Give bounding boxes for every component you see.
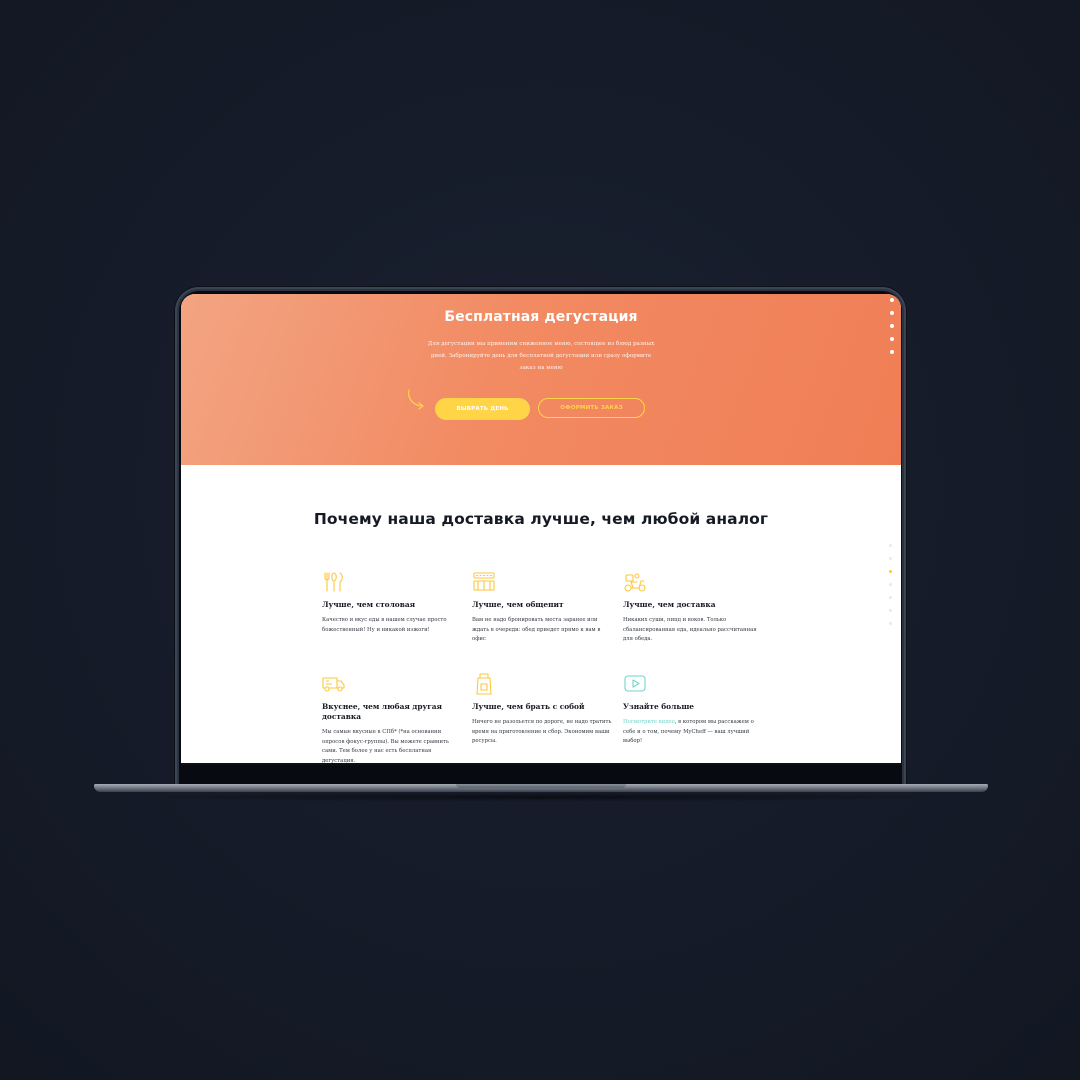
curved-arrow-icon (408, 389, 424, 410)
section-dot[interactable] (889, 557, 892, 560)
feature-canteen: Лучше, чем столовая Качество и вкус еды … (322, 571, 462, 635)
delivery-van-icon (322, 677, 345, 692)
pizza-stack-icon (473, 572, 495, 591)
hero-section: Бесплатная дегустация Для дегустации мы … (181, 294, 901, 465)
section-dot[interactable] (889, 609, 892, 612)
feature-text: Посмотрите видео, в котором мы расскажем… (623, 718, 763, 747)
section-nav-dots (889, 544, 895, 635)
mockup-stage: Бесплатная дегустация Для дегустации мы … (0, 0, 1080, 1080)
cutlery-icon (324, 572, 343, 592)
nav-dot[interactable] (890, 337, 894, 341)
feature-learn-more: Узнайте больше Посмотрите видео, в котор… (623, 673, 763, 747)
features-title: Почему наша доставка лучше, чем любой ан… (313, 510, 769, 528)
watch-video-link[interactable]: Посмотрите видео (623, 719, 675, 725)
feature-title: Узнайте больше (623, 702, 694, 711)
play-video-icon[interactable] (623, 673, 647, 695)
laptop-base-notch (456, 784, 626, 788)
nav-dot[interactable] (890, 324, 894, 328)
feature-title: Лучше, чем столовая (322, 600, 416, 609)
section-dot-active[interactable] (889, 570, 892, 573)
section-dot[interactable] (889, 544, 892, 547)
delivery-scooter-icon (624, 573, 646, 592)
feature-tastier: Вкуснее, чем любая другая доставка Мы са… (322, 673, 462, 765)
hero-description: Для дегустации мы применим сниженное мен… (427, 341, 655, 371)
hero-title: Бесплатная дегустация (444, 309, 638, 325)
nav-dot[interactable] (890, 350, 894, 354)
web-page-screen: Бесплатная дегустация Для дегустации мы … (181, 294, 901, 765)
feature-text: Качество и вкус еды в нашем случае прост… (322, 617, 447, 633)
feature-title: Лучше, чем доставка (623, 600, 716, 609)
feature-text: Ничего не разольется по дороге, не надо … (472, 719, 612, 744)
section-dot[interactable] (889, 622, 892, 625)
section-dot[interactable] (889, 583, 892, 586)
hero-nav-dots (890, 298, 896, 363)
feature-title: Вкуснее, чем любая другая доставка (322, 702, 443, 721)
feature-title: Лучше, чем общепит (472, 600, 564, 609)
place-order-button[interactable]: ОФОРМИТЬ ЗАКАЗ (538, 398, 645, 418)
feature-takeaway: Лучше, чем брать с собой Ничего не разол… (472, 673, 612, 747)
food-package-icon (476, 673, 492, 695)
section-dot[interactable] (889, 596, 892, 599)
feature-text: Никаких суши, пицц и воков. Только сбала… (623, 617, 757, 642)
nav-dot[interactable] (890, 298, 894, 302)
choose-day-button[interactable]: ВЫБРАТЬ ДЕНЬ (435, 398, 530, 420)
feature-text: Вам не надо бронировать места заранее ил… (472, 617, 601, 642)
feature-catering: Лучше, чем общепит Вам не надо бронирова… (472, 571, 612, 645)
laptop-shadow (110, 792, 970, 802)
nav-dot[interactable] (890, 311, 894, 315)
feature-text: Мы самые вкусные в СПб* (*на основании о… (322, 729, 449, 764)
feature-title: Лучше, чем брать с собой (472, 702, 585, 711)
screen-bottom-edge (181, 763, 901, 765)
feature-delivery: Лучше, чем доставка Никаких суши, пицц и… (623, 571, 763, 645)
